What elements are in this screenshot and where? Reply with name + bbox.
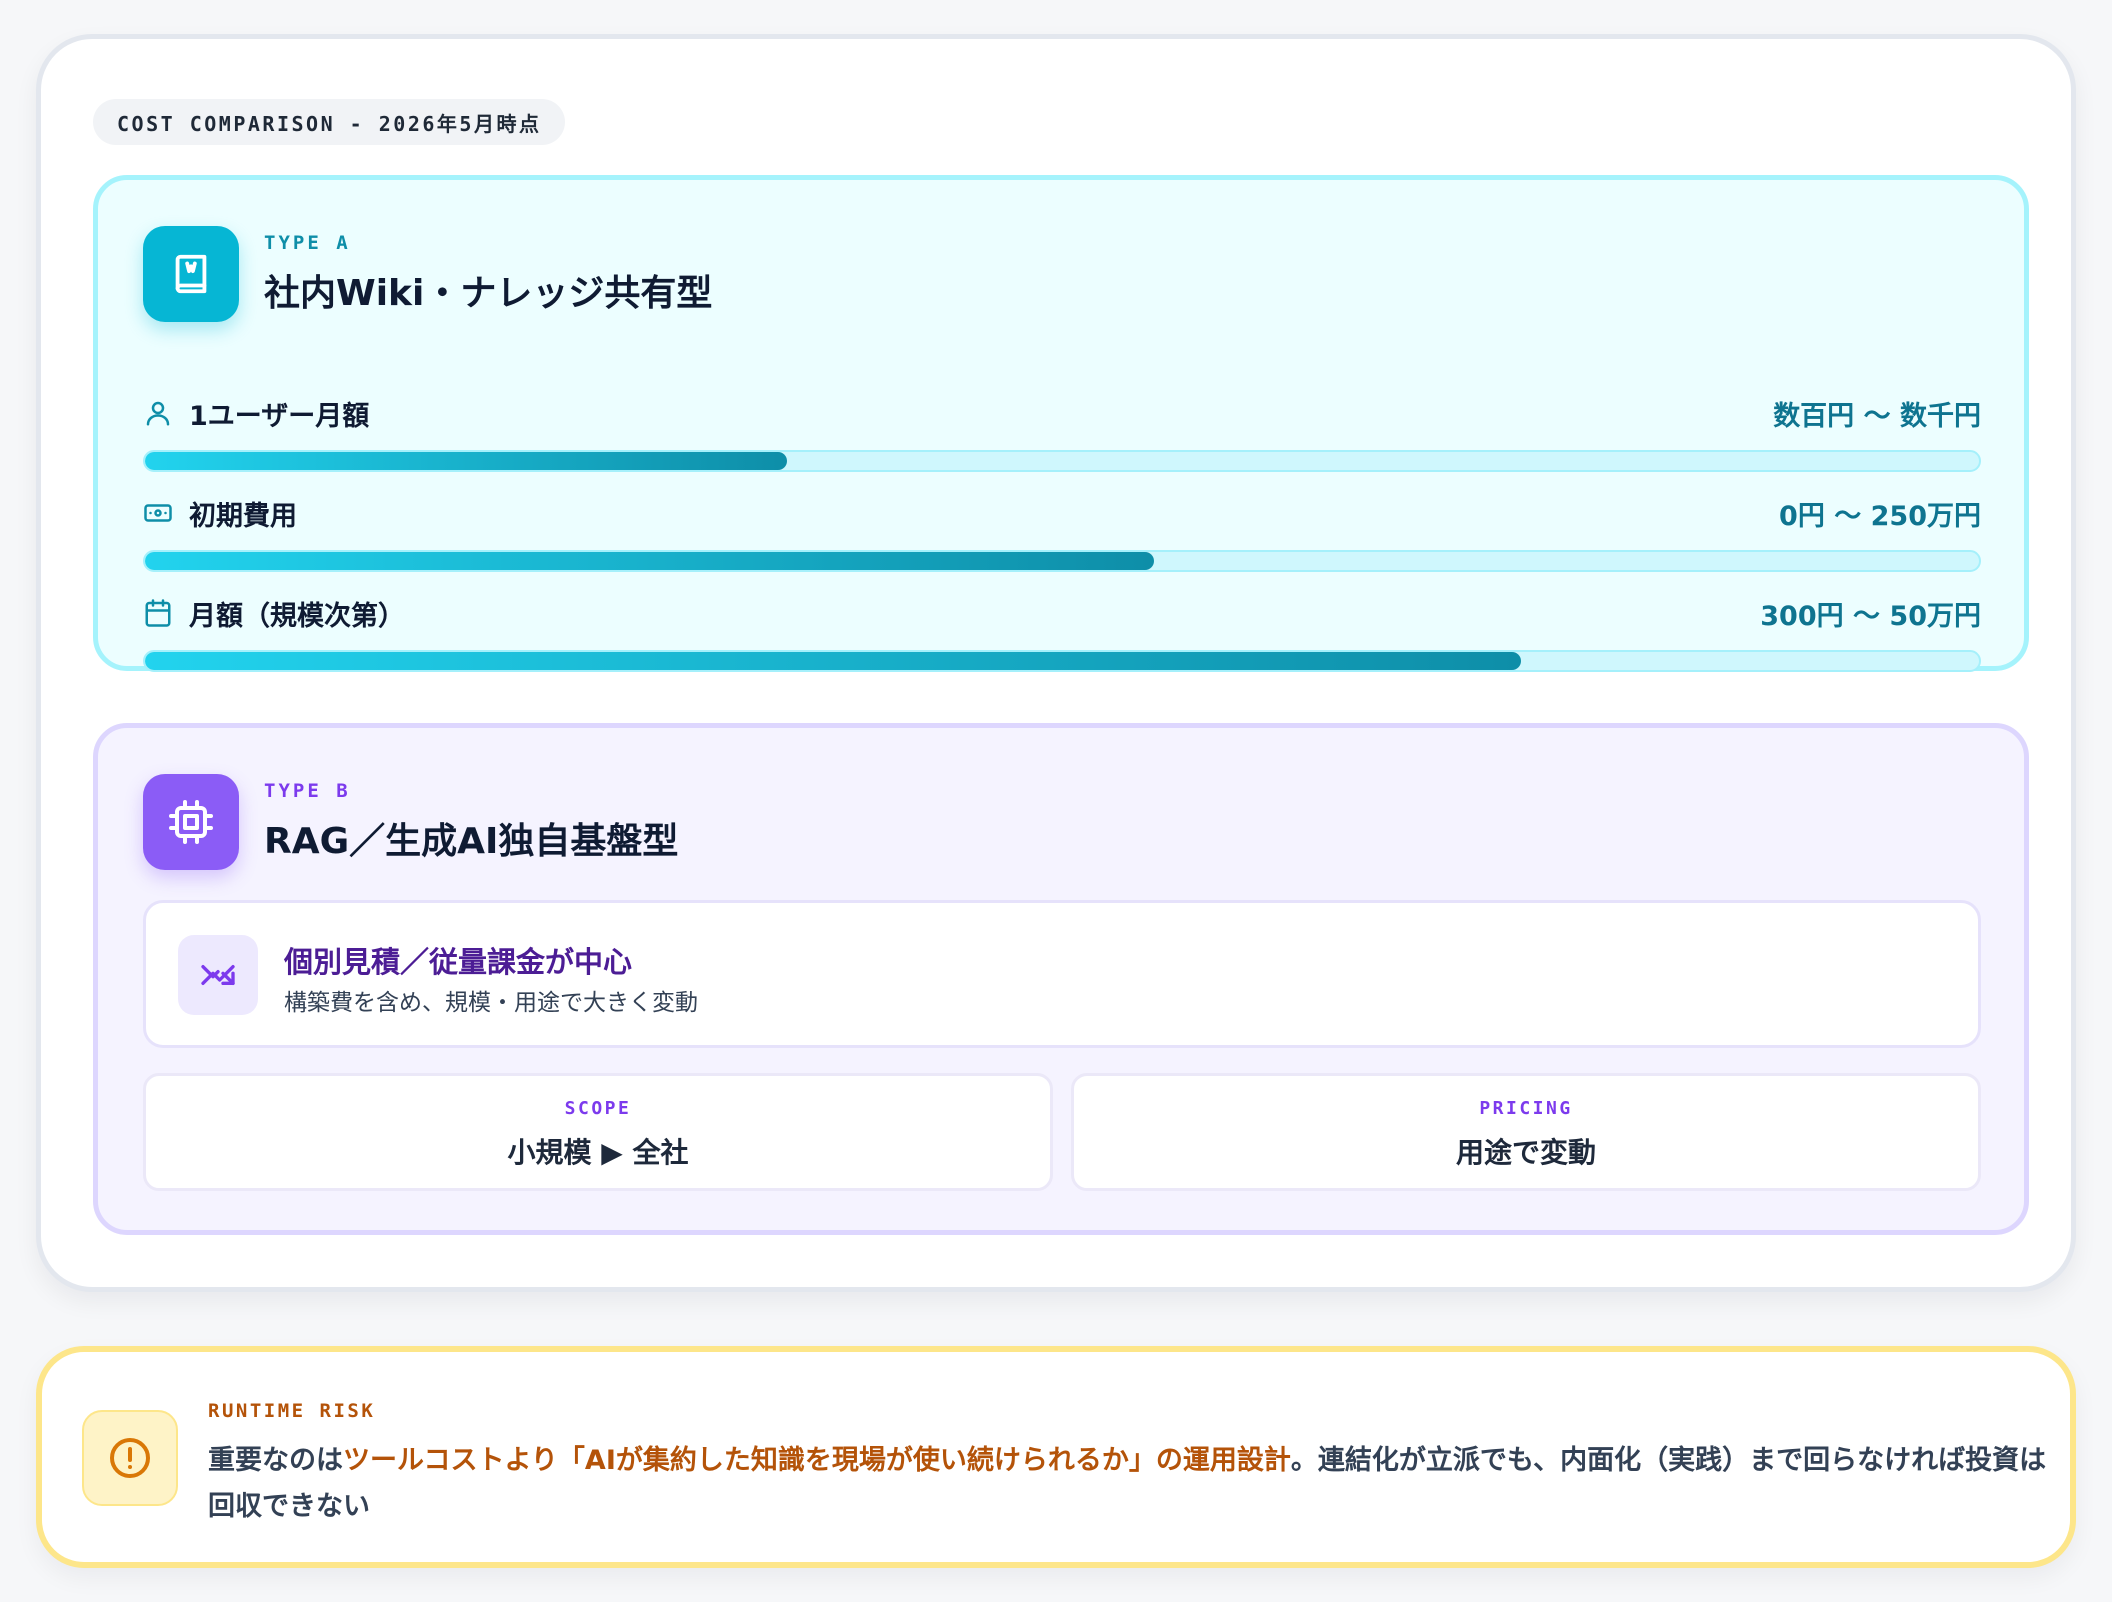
risk-text: 重要なのはツールコストより「AIが集約した知識を現場が使い続けられるか」の運用設…	[208, 1438, 2048, 1530]
pricing-card: PRICING 用途で変動	[1071, 1073, 1981, 1191]
book-icon	[143, 226, 239, 322]
pricing-model-box: 個別見積／従量課金が中心 構築費を含め、規模・用途で大きく変動	[143, 900, 1981, 1048]
pricing-model-subtitle: 構築費を含め、規模・用途で大きく変動	[284, 990, 698, 1016]
trend-icon	[178, 935, 258, 1015]
row-value: 0円 ～ 250万円	[1779, 501, 1981, 532]
cost-row-user-monthly: 1ユーザー月額 数百円 ～ 数千円	[143, 390, 1981, 480]
type-a-label: TYPE A	[264, 232, 351, 254]
pricing-label: PRICING	[1479, 1098, 1573, 1119]
cost-comparison-card: COST COMPARISON - 2026年5月時点 TYPE A 社内Wik…	[36, 34, 2076, 1292]
risk-text-highlight: ツールコストより「AIが集約した知識を現場が使い続けられるか」の運用設計	[343, 1445, 1291, 1476]
row-value: 数百円 ～ 数千円	[1773, 401, 1981, 432]
row-value: 300円 ～ 50万円	[1760, 601, 1981, 632]
type-b-title: RAG／生成AI独自基盤型	[264, 821, 679, 862]
pricing-value: 用途で変動	[1455, 1136, 1596, 1169]
progress-fill	[145, 652, 1521, 670]
calendar-icon	[145, 599, 171, 627]
type-a-title: 社内Wiki・ナレッジ共有型	[264, 273, 713, 314]
progress-track	[143, 650, 1981, 672]
risk-text-pre: 重要なのは	[208, 1445, 343, 1476]
type-a-panel: TYPE A 社内Wiki・ナレッジ共有型 1ユーザー月額 数百円 ～ 数千円 …	[93, 175, 2029, 672]
type-b-panel: TYPE B RAG／生成AI独自基盤型 個別見積／従量課金が中心 構築費を含め…	[93, 723, 2029, 1235]
user-icon	[146, 401, 170, 426]
cost-row-initial: 初期費用 0円 ～ 250万円	[143, 490, 1981, 580]
progress-track	[143, 450, 1981, 472]
scope-label: SCOPE	[564, 1098, 632, 1119]
progress-track	[143, 550, 1981, 572]
scope-card: SCOPE 小規模 ▶ 全社	[143, 1073, 1053, 1191]
pricing-model-title: 個別見積／従量課金が中心	[284, 945, 633, 979]
chip-icon	[143, 774, 239, 870]
runtime-risk-card: RUNTIME RISK 重要なのはツールコストより「AIが集約した知識を現場が…	[36, 1346, 2076, 1568]
alert-circle-icon	[82, 1410, 178, 1506]
row-label: 1ユーザー月額	[189, 401, 370, 432]
row-label: 初期費用	[189, 501, 297, 532]
section-pill: COST COMPARISON - 2026年5月時点	[93, 99, 566, 145]
progress-fill	[145, 552, 1154, 570]
cost-row-monthly: 月額（規模次第） 300円 ～ 50万円	[143, 590, 1981, 680]
type-b-label: TYPE B	[264, 780, 351, 802]
progress-fill	[145, 452, 787, 470]
scope-value: 小規模 ▶ 全社	[507, 1136, 689, 1169]
row-label: 月額（規模次第）	[189, 601, 405, 632]
risk-label: RUNTIME RISK	[208, 1400, 376, 1422]
banknote-icon	[144, 504, 172, 522]
